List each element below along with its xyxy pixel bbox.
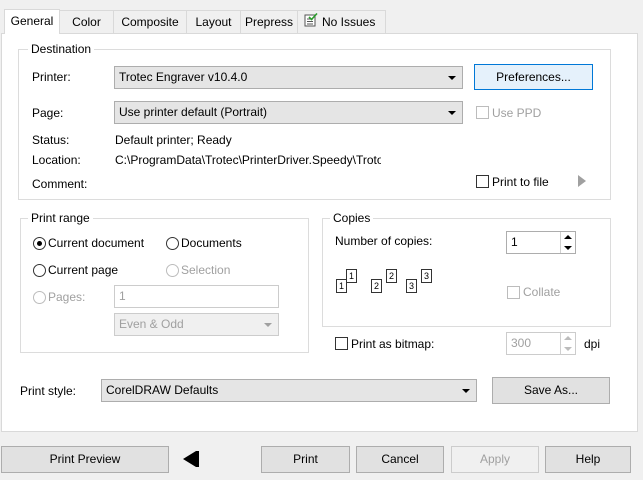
page-select[interactable]: Use printer default (Portrait) [114,101,463,124]
save-as-button[interactable]: Save As... [492,377,610,404]
page-icon: 2 [371,279,382,293]
print-style-label: Print style: [20,384,77,398]
help-button[interactable]: Help [545,446,631,473]
selection-label: Selection [181,263,231,277]
chevron-down-icon [462,389,470,393]
dpi-unit: dpi [584,337,601,351]
status-value: Default printer; Ready [115,133,232,147]
collate-checkbox[interactable] [507,286,520,299]
tab-no-issues-label: No Issues [322,15,376,29]
play-arrow-icon[interactable] [578,175,586,187]
print-preview-button[interactable]: Print Preview [1,446,169,473]
apply-button[interactable]: Apply [451,446,539,473]
page-icon: 1 [346,269,357,283]
page-icon: 1 [336,279,347,293]
checklist-icon [304,12,318,34]
print-button[interactable]: Print [261,446,350,473]
print-as-bitmap-label: Print as bitmap: [351,337,435,351]
tab-color[interactable]: Color [59,10,114,33]
collapse-arrow-icon[interactable] [183,451,196,467]
bitmap-dpi-input[interactable]: 300 [506,332,576,355]
tab-no-issues[interactable]: No Issues [297,10,386,33]
print-as-bitmap-checkbox[interactable] [335,337,348,350]
number-of-copies-input[interactable]: 1 [506,231,576,254]
location-value: C:\ProgramData\Trotec\PrinterDriver.Spee… [115,153,381,167]
page-value: Use printer default (Portrait) [119,105,268,119]
status-label: Status: [32,133,70,147]
preferences-button[interactable]: Preferences... [474,64,593,90]
chevron-down-icon [448,76,456,80]
even-odd-select[interactable]: Even & Odd [114,313,279,336]
collapse-arrow-bar [196,451,199,467]
use-ppd-label: Use PPD [492,106,542,120]
page-icon: 3 [421,269,432,283]
printer-select[interactable]: Trotec Engraver v10.4.0 [114,66,463,89]
printer-value: Trotec Engraver v10.4.0 [119,70,248,84]
number-of-copies-label: Number of copies: [335,234,433,248]
pages-input[interactable]: 1 [114,285,279,308]
printer-label: Printer: [32,70,71,84]
collate-label: Collate [523,285,561,299]
page-label: Page: [32,106,64,120]
chevron-down-icon [264,323,272,327]
documents-radio[interactable] [166,237,179,250]
location-label: Location: [32,153,81,167]
print-style-value: CorelDRAW Defaults [106,383,219,397]
current-page-radio[interactable] [33,264,46,277]
current-page-label: Current page [48,263,119,277]
spin-up-icon[interactable] [560,333,575,344]
pages-label: Pages: [48,290,86,304]
comment-label: Comment: [32,177,88,191]
print-to-file-checkbox[interactable] [476,175,489,188]
even-odd-value: Even & Odd [119,317,184,331]
destination-title: Destination [28,42,95,56]
selection-radio[interactable] [166,264,179,277]
documents-label: Documents [181,236,242,250]
print-style-select[interactable]: CorelDRAW Defaults [101,379,477,402]
spin-down-icon[interactable] [560,242,575,253]
print-range-title: Print range [28,211,93,225]
tab-layout[interactable]: Layout [186,10,241,33]
copies-title: Copies [330,211,374,225]
spin-down-icon[interactable] [560,343,575,354]
use-ppd-checkbox[interactable] [476,106,489,119]
current-document-label: Current document [48,236,145,250]
page-icon: 2 [386,269,397,283]
current-document-radio[interactable] [33,237,46,250]
tab-prepress[interactable]: Prepress [240,10,298,33]
pages-radio[interactable] [33,291,46,304]
bitmap-dpi-value: 300 [511,336,532,350]
cancel-button[interactable]: Cancel [356,446,444,473]
print-to-file-label: Print to file [492,175,549,189]
spin-up-icon[interactable] [560,232,575,243]
chevron-down-icon [448,111,456,115]
number-of-copies-value: 1 [511,235,518,249]
tab-composite[interactable]: Composite [113,10,187,33]
page-icon: 3 [406,279,417,293]
tab-general[interactable]: General [4,9,60,34]
